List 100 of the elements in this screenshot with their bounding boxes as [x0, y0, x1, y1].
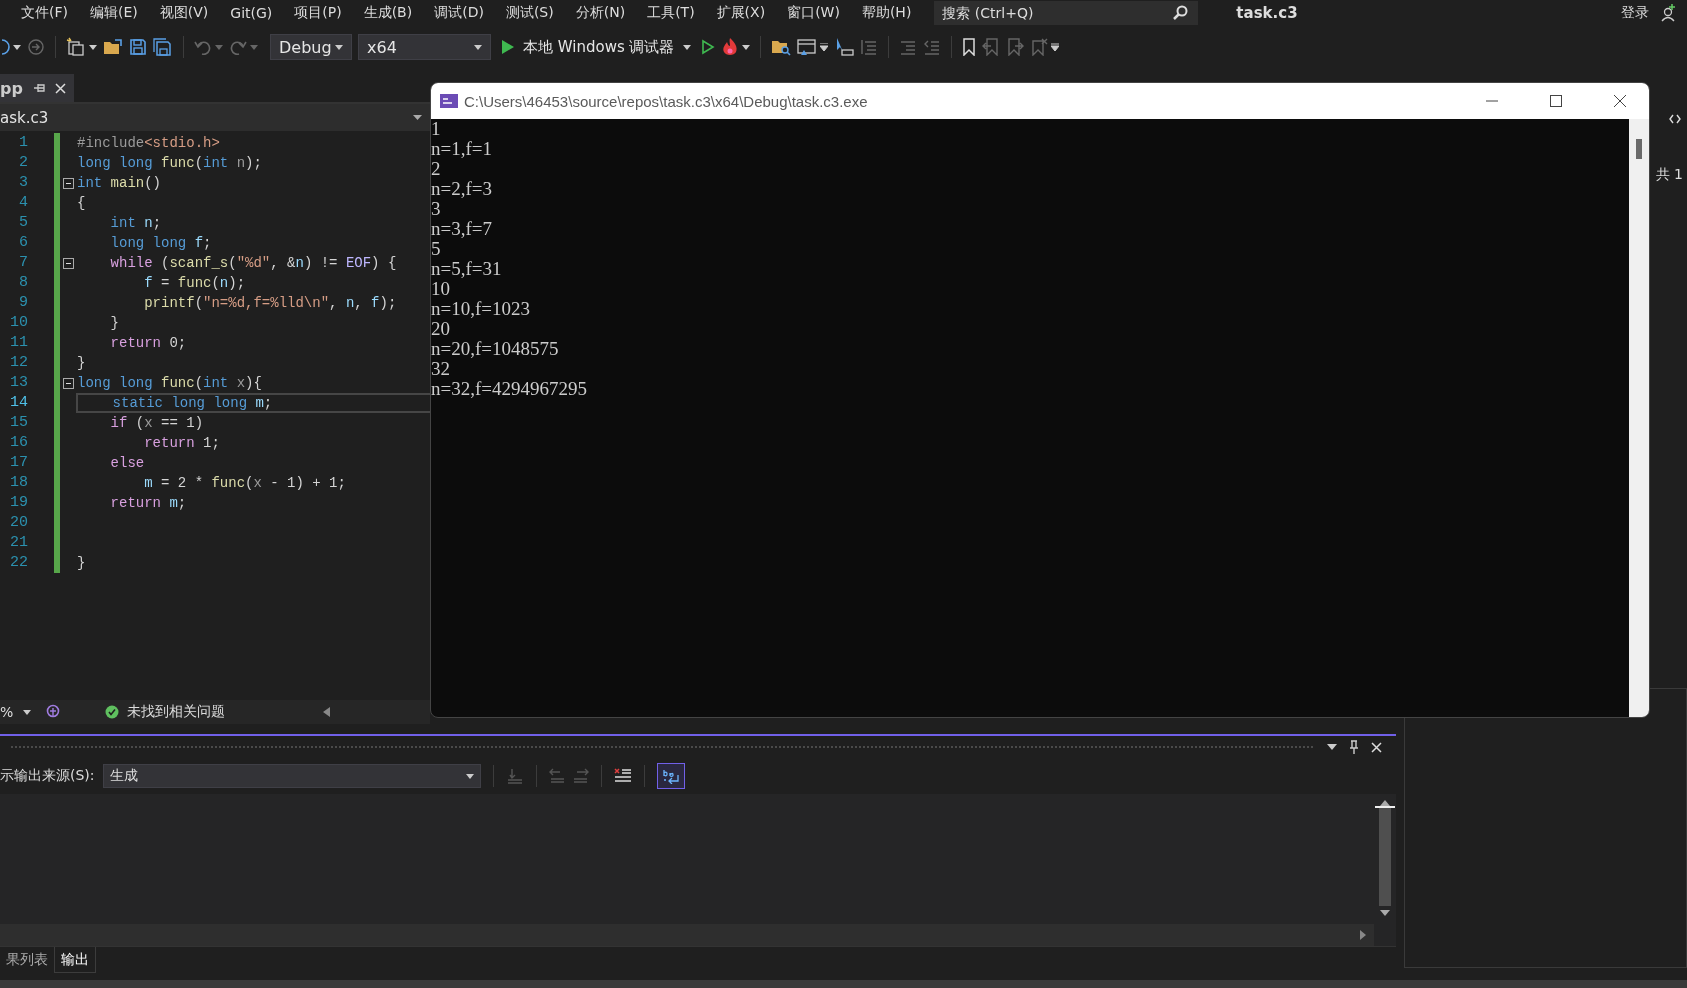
collapse-icon[interactable] [62, 377, 74, 389]
sign-in-link[interactable]: 登录 [1621, 4, 1649, 22]
menu-item[interactable]: 视图(V) [148, 4, 220, 22]
console-output-line: n=20,f=1048575 [431, 339, 559, 359]
code-line: static long long m; [76, 393, 430, 413]
issues-status[interactable]: 未找到相关问题 [127, 703, 226, 721]
overflow-icon[interactable] [1050, 43, 1059, 51]
play-icon[interactable] [700, 39, 715, 55]
redo-icon[interactable] [229, 38, 247, 56]
scroll-right-icon[interactable] [1360, 930, 1366, 940]
pin-icon[interactable] [32, 83, 45, 93]
console-output-line: 5 [431, 239, 441, 259]
menu-item[interactable]: 编辑(E) [79, 4, 149, 22]
menu-item[interactable]: 窗口(W) [776, 4, 851, 22]
line-number: 6 [18, 233, 28, 253]
console-output-line: n=2,f=3 [431, 179, 492, 199]
collapse-icon[interactable] [62, 177, 74, 189]
menu-item[interactable]: 扩展(X) [705, 4, 777, 22]
code-line: return 1; [143, 434, 221, 453]
output-source-label: 示输出来源(S): [0, 767, 95, 785]
line-number: 17 [9, 453, 28, 473]
search-field[interactable]: 搜索 (Ctrl+Q) [934, 1, 1199, 25]
next-bookmark-icon[interactable] [1005, 38, 1024, 56]
menu-item[interactable]: 工具(T) [636, 4, 706, 22]
run-debugger-button[interactable]: 本地 Windows 调试器 [497, 37, 695, 57]
menu-item[interactable]: 调试(D) [423, 4, 495, 22]
code-line: { [76, 194, 87, 213]
line-number: 12 [9, 353, 28, 373]
line-number: 10 [9, 313, 28, 333]
caret-icon [682, 44, 691, 50]
menu-item[interactable]: 文件(F) [10, 4, 79, 22]
output-source-dropdown[interactable]: 生成 [102, 764, 481, 788]
folder-icon[interactable] [103, 38, 123, 56]
console-output-line: 20 [431, 319, 450, 339]
menu-item[interactable]: Git(G) [219, 5, 284, 21]
line-number: 9 [18, 293, 28, 313]
save-icon[interactable] [129, 38, 147, 56]
scroll-down-icon[interactable] [1380, 910, 1390, 916]
code-line: m = 2 * func(x - 1) + 1; [143, 474, 347, 493]
line-number: 18 [9, 473, 28, 493]
line-number: 11 [9, 333, 28, 353]
line-number: 7 [18, 253, 28, 273]
pin-icon[interactable] [1349, 740, 1359, 754]
code-line: #include<stdio.h> [76, 134, 221, 153]
console-output-line: n=5,f=31 [431, 259, 502, 279]
bookmark-icon[interactable] [961, 38, 976, 56]
word-wrap-button[interactable] [656, 763, 685, 789]
line-number: 2 [18, 153, 28, 173]
panel-tab[interactable]: 输出 [54, 947, 96, 973]
panel-tab[interactable]: 果列表 [0, 947, 54, 973]
undo-icon[interactable] [194, 38, 212, 56]
new-project-icon[interactable] [66, 37, 86, 57]
console-scrollbar[interactable] [1629, 119, 1649, 717]
menu-item[interactable]: 生成(B) [352, 4, 424, 22]
window-icon[interactable] [796, 38, 817, 56]
configuration-dropdown[interactable]: Debug [270, 34, 352, 60]
folder-search-icon[interactable] [770, 38, 791, 56]
console-output-line: n=1,f=1 [431, 139, 492, 159]
forward-icon[interactable] [27, 38, 45, 56]
horizontal-scrollbar[interactable] [0, 924, 1374, 946]
line-number: 13 [9, 373, 28, 393]
caret-icon[interactable] [741, 44, 750, 50]
save-all-icon[interactable] [153, 38, 173, 56]
clear-all-icon[interactable] [613, 768, 632, 784]
collapse-icon[interactable] [62, 257, 74, 269]
platform-dropdown[interactable]: x64 [358, 34, 491, 60]
caret-icon[interactable] [819, 43, 828, 51]
console-output-line: 2 [431, 159, 441, 179]
maximize-icon[interactable] [1550, 95, 1562, 107]
code-line: long long f; [109, 234, 213, 253]
previous-bookmark-icon[interactable] [981, 38, 1000, 56]
line-number: 5 [18, 213, 28, 233]
line-number: 22 [9, 553, 28, 573]
caret-icon[interactable] [13, 44, 21, 50]
menu-item[interactable]: 帮助(H) [850, 4, 923, 22]
line-number: 3 [18, 173, 28, 193]
code-line: if (x == 1) [109, 414, 205, 433]
zoom-dropdown[interactable]: % [0, 704, 38, 720]
menu-item[interactable]: 项目(P) [283, 4, 353, 22]
back-icon[interactable] [0, 38, 10, 56]
code-line: else [109, 454, 146, 473]
code-line: while (scanf_s("%d", &n) != EOF) { [109, 254, 398, 273]
code-line: long long func(int x){ [76, 374, 263, 393]
code-line: } [109, 314, 120, 333]
dropdown-icon[interactable] [1327, 744, 1337, 750]
scroll-left-icon[interactable] [323, 707, 331, 717]
code-icon[interactable] [1669, 114, 1681, 124]
flame-icon[interactable] [720, 37, 739, 57]
menu-item[interactable]: 测试(S) [494, 4, 565, 22]
console-output-line: 1 [431, 119, 441, 139]
check-icon [105, 705, 120, 719]
line-number: 16 [9, 433, 28, 453]
close-icon[interactable] [1614, 95, 1626, 107]
scroll-up-icon[interactable] [1380, 800, 1390, 806]
caret-icon[interactable] [89, 44, 97, 50]
console-output-line: 3 [431, 199, 441, 219]
play-icon [501, 39, 515, 55]
document-tab[interactable]: pp [0, 74, 74, 102]
navigation-bar[interactable]: ask.c3 [0, 104, 430, 131]
menu-item[interactable]: 分析(N) [564, 4, 637, 22]
